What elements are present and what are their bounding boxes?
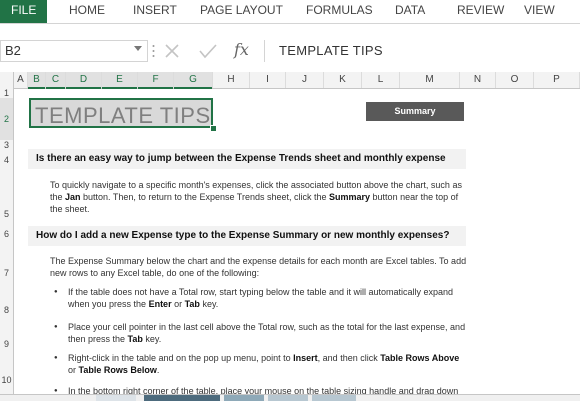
insert-function-button[interactable]: fx — [234, 40, 249, 59]
column-header[interactable]: A — [14, 72, 28, 88]
answer-text: To quickly navigate to a specific month'… — [50, 180, 462, 214]
column-header[interactable]: B — [28, 72, 46, 89]
sheet-tab[interactable] — [312, 395, 356, 401]
tab-formulas[interactable]: FORMULAS — [306, 0, 373, 23]
list-item: Right-click in the table and on the pop … — [54, 352, 466, 376]
row-header[interactable]: 1 — [0, 88, 13, 98]
column-header[interactable]: F — [138, 72, 174, 89]
row-headers: 1 2 3 4 5 6 7 8 9 10 — [0, 88, 14, 394]
column-header[interactable]: I — [250, 72, 286, 88]
tab-page-layout[interactable]: PAGE LAYOUT — [200, 0, 283, 23]
close-icon[interactable] — [164, 43, 180, 59]
column-header[interactable]: H — [213, 72, 250, 88]
column-header[interactable]: N — [460, 72, 496, 88]
column-header[interactable]: K — [324, 72, 362, 88]
page-title: TEMPLATE TIPS — [35, 103, 211, 128]
sheet-tab[interactable] — [224, 395, 264, 401]
question-heading: How do I add a new Expense type to the E… — [28, 226, 466, 246]
name-box[interactable]: B2 — [0, 40, 148, 62]
column-header[interactable]: J — [286, 72, 324, 88]
column-headers: A B C D E F G H I J K L M N O P — [0, 72, 580, 89]
title-cell[interactable]: TEMPLATE TIPS — [29, 98, 213, 128]
row-header[interactable]: 3 — [0, 140, 13, 150]
column-header[interactable]: M — [400, 72, 460, 88]
column-header[interactable]: E — [102, 72, 138, 89]
sheet-tab[interactable] — [96, 395, 136, 401]
row-header[interactable]: 6 — [0, 222, 13, 246]
row-header[interactable]: 9 — [0, 320, 13, 350]
row-header[interactable]: 7 — [0, 246, 13, 282]
column-header[interactable]: P — [534, 72, 580, 88]
column-header[interactable]: D — [66, 72, 102, 89]
tab-data[interactable]: DATA — [395, 0, 425, 23]
column-header[interactable]: G — [174, 72, 213, 89]
question-heading: Is there an easy way to jump between the… — [28, 149, 466, 169]
tab-review[interactable]: REVIEW — [457, 0, 504, 23]
tab-insert[interactable]: INSERT — [133, 0, 177, 23]
fill-handle[interactable] — [210, 125, 217, 132]
list-item: In the bottom right corner of the table,… — [54, 385, 466, 394]
tab-file[interactable]: FILE — [0, 0, 48, 23]
row-header[interactable]: 5 — [0, 170, 13, 222]
select-all-corner[interactable] — [0, 72, 14, 88]
sheet-tab[interactable] — [144, 395, 220, 401]
row-header[interactable]: 2 — [0, 98, 13, 140]
grip-icon[interactable] — [152, 44, 155, 58]
row-header[interactable]: 10 — [0, 350, 13, 394]
answer-text: The Expense Summary below the chart and … — [50, 256, 467, 278]
column-header[interactable]: C — [46, 72, 66, 89]
column-header[interactable]: L — [362, 72, 400, 88]
chevron-down-icon[interactable] — [134, 46, 142, 51]
sheet-tab[interactable] — [268, 395, 308, 401]
column-header[interactable]: O — [496, 72, 534, 88]
row-header[interactable]: 4 — [0, 150, 13, 170]
formula-bar: B2 fx TEMPLATE TIPS — [0, 36, 580, 66]
list-item: Place your cell pointer in the last cell… — [54, 321, 466, 345]
check-icon[interactable] — [199, 43, 217, 59]
ribbon-tabs: FILE HOME INSERT PAGE LAYOUT FORMULAS DA… — [0, 0, 580, 24]
tab-view[interactable]: VIEW — [524, 0, 555, 23]
summary-button[interactable]: Summary — [366, 102, 464, 121]
row-header[interactable]: 8 — [0, 282, 13, 320]
worksheet-grid[interactable]: TEMPLATE TIPS Summary Is there an easy w… — [14, 88, 580, 394]
formula-input[interactable]: TEMPLATE TIPS — [264, 40, 580, 62]
tab-home[interactable]: HOME — [69, 0, 105, 23]
list-item: If the table does not have a Total row, … — [54, 286, 466, 310]
